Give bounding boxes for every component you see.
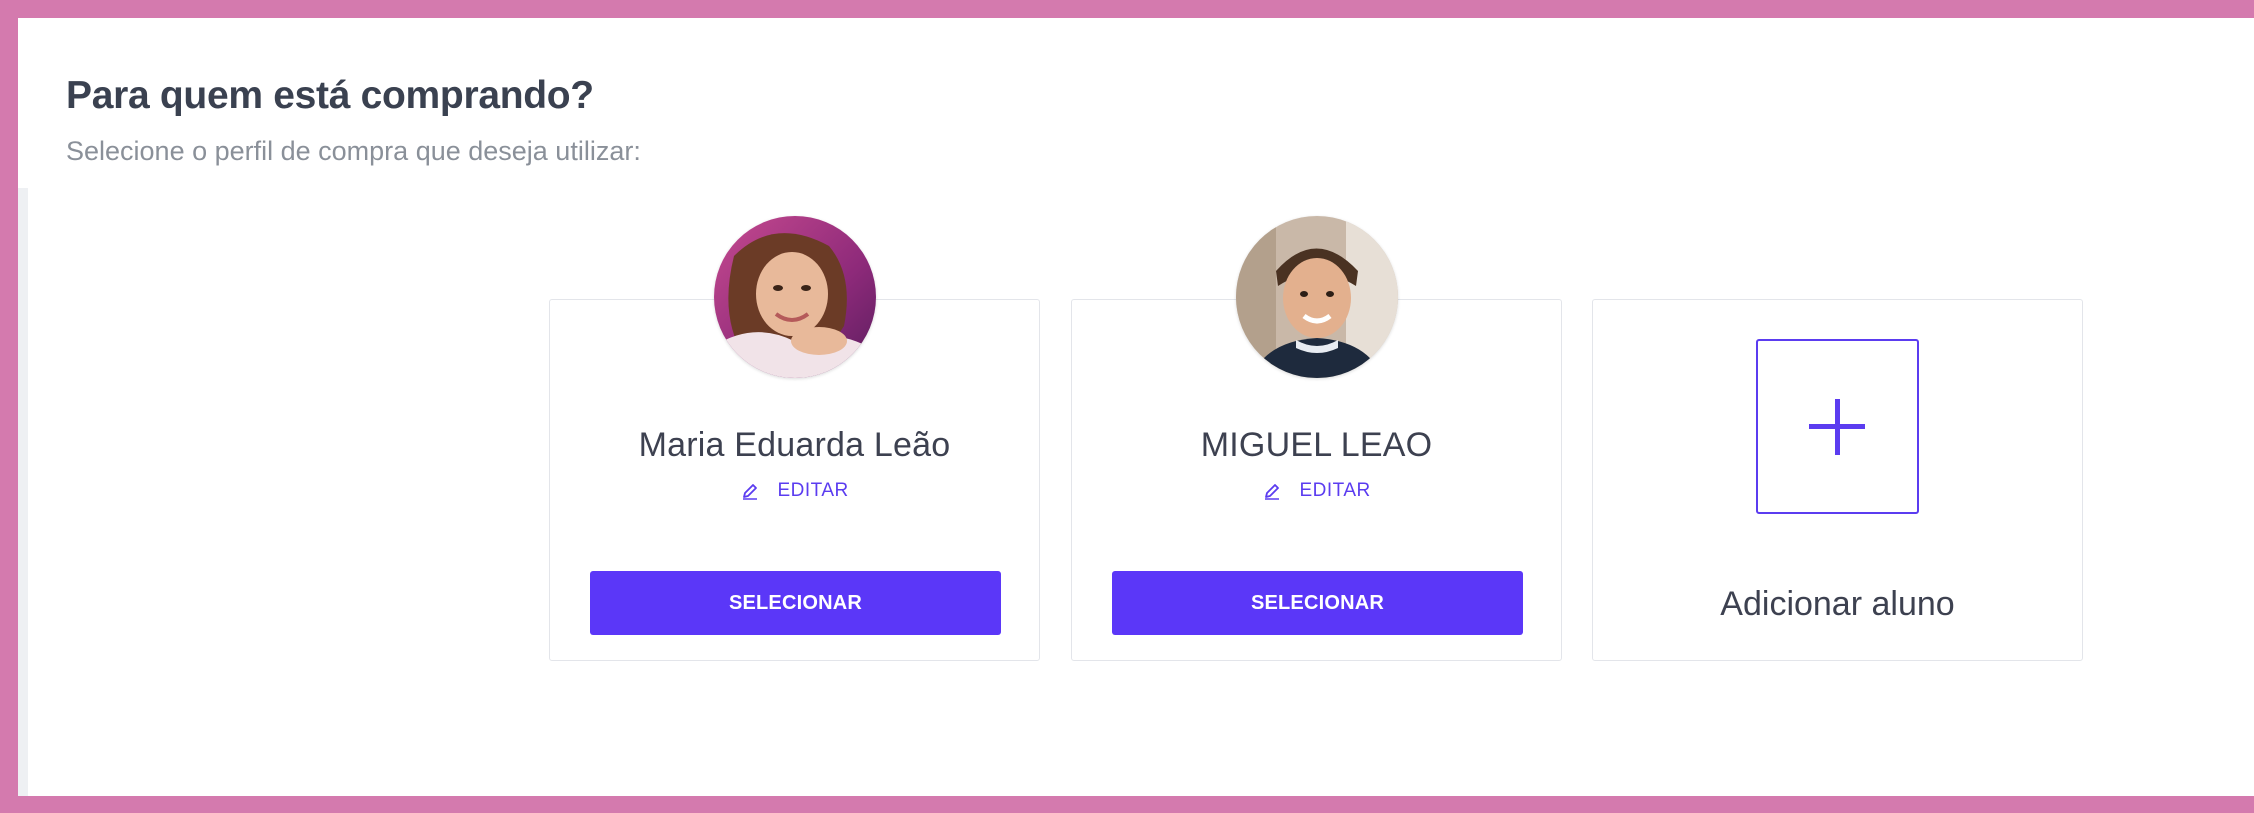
page-frame: Para quem está comprando? Selecione o pe…: [18, 18, 2254, 796]
avatar: [714, 216, 876, 378]
pencil-icon: [743, 484, 758, 500]
edit-label: EDITAR: [777, 480, 849, 501]
add-student-label[interactable]: Adicionar aluno: [1593, 585, 2082, 624]
select-button[interactable]: SELECIONAR: [1112, 571, 1523, 635]
avatar-photo: [714, 216, 876, 378]
avatar-photo: [1236, 216, 1398, 378]
add-student-button[interactable]: [1756, 339, 1919, 514]
avatar: [1236, 216, 1398, 378]
profile-name: MIGUEL LEAO: [1200, 426, 1433, 464]
page-title: Para quem está comprando?: [66, 74, 594, 117]
edit-profile-link[interactable]: EDITAR: [550, 480, 1039, 502]
edit-label: EDITAR: [1299, 480, 1371, 501]
profile-card: MIGUEL LEAO EDITAR SELECIONAR: [1071, 216, 1562, 661]
select-button[interactable]: SELECIONAR: [590, 571, 1001, 635]
pencil-icon: [1265, 484, 1280, 500]
page-subtitle: Selecione o perfil de compra que deseja …: [66, 136, 641, 166]
edit-profile-link[interactable]: EDITAR: [1072, 480, 1561, 502]
profile-name: Maria Eduarda Leão: [638, 426, 951, 464]
add-student-card[interactable]: Adicionar aluno: [1592, 299, 2083, 661]
profile-card: Maria Eduarda Leão EDITAR SELECIONAR: [549, 216, 1040, 661]
